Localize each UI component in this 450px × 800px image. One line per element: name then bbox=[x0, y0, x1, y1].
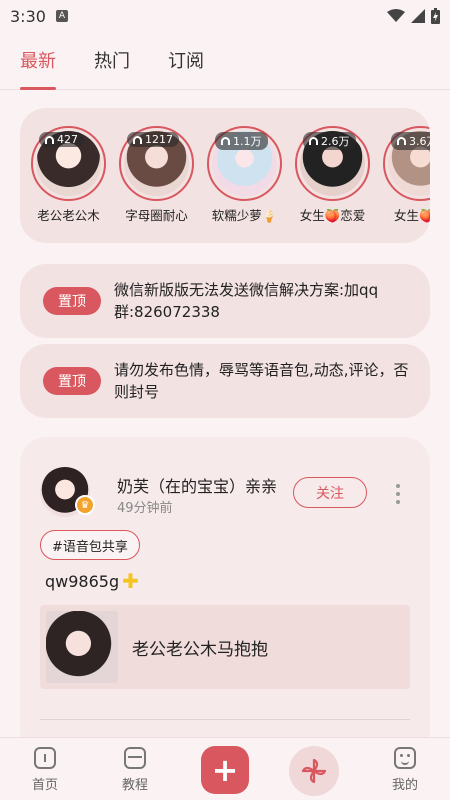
headphone-icon bbox=[221, 137, 230, 145]
headphone-icon bbox=[45, 135, 54, 144]
top-tabs: 最新 热门 订阅 bbox=[0, 36, 450, 90]
nav-mine-label: 我的 bbox=[391, 778, 418, 793]
nav-mine[interactable]: 我的 bbox=[375, 738, 435, 793]
live-room-item[interactable]: 427 老公老公木 bbox=[31, 126, 106, 224]
live-room-item[interactable]: 1.1万 软糯少萝🍦 bbox=[207, 126, 282, 224]
voice-pack-card[interactable]: 老公老公木马抱抱 bbox=[40, 605, 410, 689]
live-room-item[interactable]: 1217 字母圈耐心 bbox=[119, 126, 194, 224]
pinned-badge: 置顶 bbox=[43, 367, 101, 395]
status-icons bbox=[387, 8, 440, 24]
nav-home-label: 首页 bbox=[31, 778, 58, 793]
voice-pack-title: 老公老公木马抱抱 bbox=[132, 639, 268, 660]
tab-hot[interactable]: 热门 bbox=[94, 36, 130, 90]
post-time: 49分钟前 bbox=[117, 501, 173, 516]
post-content: qw9865g ✚ bbox=[45, 571, 139, 591]
follow-button[interactable]: 关注 bbox=[293, 477, 367, 508]
live-room-item[interactable]: 2.6万 女生🍑恋爱 bbox=[295, 126, 370, 224]
tutorial-icon bbox=[124, 747, 146, 769]
battery-icon bbox=[431, 8, 440, 24]
divider bbox=[40, 719, 410, 720]
listener-count-badge: 427 bbox=[39, 132, 84, 147]
live-rooms-card: 427 老公老公木 1217 字母圈耐心 1.1万 软糯少萝🍦 2.6万 女生🍑… bbox=[20, 108, 430, 243]
pinwheel-button[interactable] bbox=[289, 746, 339, 796]
listener-count-badge: 2.6万 bbox=[303, 132, 356, 150]
live-room-avatar-ring: 2.6万 bbox=[295, 126, 370, 201]
listener-count: 1217 bbox=[145, 133, 173, 146]
tab-latest[interactable]: 最新 bbox=[20, 36, 56, 90]
post-card: ♛ 奶芙（在的宝宝）亲亲 49分钟前 关注 #语音包共享 qw9865g ✚ 老… bbox=[20, 437, 430, 757]
live-room-name: 女生🍑恋爱 bbox=[299, 208, 366, 223]
headphone-icon bbox=[133, 135, 142, 144]
status-bar: 3:30 A bbox=[0, 0, 450, 32]
listener-count: 3.6万 bbox=[409, 135, 430, 148]
live-room-name: 女生🍑阝 bbox=[393, 208, 430, 223]
profile-face-icon bbox=[394, 747, 416, 769]
live-room-avatar-ring: 3.6万 bbox=[383, 126, 430, 201]
signal-icon bbox=[411, 9, 425, 23]
more-options-icon[interactable] bbox=[392, 484, 404, 504]
notice-text: 微信新版版无法发送微信解决方案:加qq群:826072338 bbox=[114, 281, 379, 321]
notification-a-icon: A bbox=[55, 10, 68, 22]
nav-home[interactable]: 首页 bbox=[15, 738, 75, 793]
notice-text: 请勿发布色情，辱骂等语音包,动态,评论，否则封号 bbox=[114, 361, 409, 401]
nav-tutorial-label: 教程 bbox=[121, 778, 148, 793]
pinned-notice[interactable]: 置顶 微信新版版无法发送微信解决方案:加qq群:826072338 bbox=[20, 264, 430, 338]
crown-icon: ♛ bbox=[75, 495, 95, 515]
post-username[interactable]: 奶芙（在的宝宝）亲亲 bbox=[117, 473, 277, 497]
voice-pack-cover bbox=[46, 611, 118, 683]
live-room-name: 软糯少萝🍦 bbox=[211, 208, 278, 223]
tab-subscribed[interactable]: 订阅 bbox=[168, 36, 204, 90]
live-rooms-row: 427 老公老公木 1217 字母圈耐心 1.1万 软糯少萝🍦 2.6万 女生🍑… bbox=[31, 126, 430, 224]
listener-count: 2.6万 bbox=[321, 135, 350, 148]
listener-count: 427 bbox=[57, 133, 78, 146]
pinned-notice[interactable]: 置顶 请勿发布色情，辱骂等语音包,动态,评论，否则封号 bbox=[20, 344, 430, 418]
live-room-item[interactable]: 3.6万 女生🍑阝 bbox=[383, 126, 430, 224]
live-room-avatar-ring: 427 bbox=[31, 126, 106, 201]
listener-count: 1.1万 bbox=[233, 135, 262, 148]
live-room-name: 老公老公木 bbox=[37, 208, 100, 223]
post-text: qw9865g bbox=[45, 571, 120, 591]
add-post-button[interactable]: + bbox=[201, 746, 249, 794]
live-room-avatar-ring: 1.1万 bbox=[207, 126, 282, 201]
live-room-name: 字母圈耐心 bbox=[125, 208, 188, 223]
listener-count-badge: 3.6万 bbox=[391, 132, 430, 150]
pinned-badge: 置顶 bbox=[43, 287, 101, 315]
listener-count-badge: 1217 bbox=[127, 132, 179, 147]
topic-tag[interactable]: #语音包共享 bbox=[40, 530, 140, 560]
headphone-icon bbox=[397, 137, 406, 145]
status-time: 3:30 bbox=[10, 6, 46, 26]
sparkle-icon: ✚ bbox=[122, 569, 139, 593]
pinwheel-icon bbox=[301, 758, 327, 784]
home-icon bbox=[34, 747, 56, 769]
bottom-nav: 首页 教程 + 我的 bbox=[0, 737, 450, 800]
nav-tutorial[interactable]: 教程 bbox=[105, 738, 165, 793]
live-room-avatar-ring: 1217 bbox=[119, 126, 194, 201]
headphone-icon bbox=[309, 137, 318, 145]
listener-count-badge: 1.1万 bbox=[215, 132, 268, 150]
wifi-icon bbox=[387, 9, 405, 22]
